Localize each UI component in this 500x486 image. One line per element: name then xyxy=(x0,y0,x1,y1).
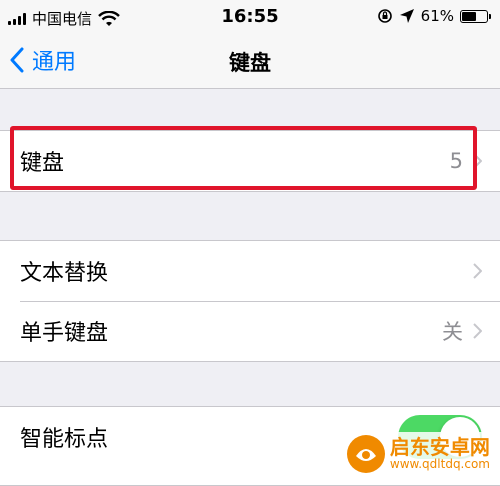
battery-fill xyxy=(462,11,477,21)
watermark: 启东安卓网 www.qdltdq.com xyxy=(339,432,496,476)
page-title: 键盘 xyxy=(229,51,271,75)
location-icon xyxy=(399,9,414,23)
text-replacement-label: 文本替换 xyxy=(20,261,109,286)
one-handed-keyboard-label: 单手键盘 xyxy=(20,321,109,346)
keyboards-right: 5 xyxy=(450,131,482,191)
chevron-right-icon xyxy=(473,263,482,279)
battery-icon xyxy=(460,9,491,23)
nav-bar: 通用 键盘 xyxy=(0,34,500,89)
chevron-right-icon xyxy=(473,323,482,339)
keyboards-label: 键盘 xyxy=(20,151,65,176)
text-replacement-right xyxy=(473,241,482,301)
watermark-logo-icon xyxy=(346,435,385,473)
one-handed-keyboard-row[interactable]: 单手键盘 关 xyxy=(0,301,500,361)
one-handed-keyboard-value: 关 xyxy=(442,320,463,344)
battery-percent: 61% xyxy=(420,7,454,25)
one-handed-keyboard-right: 关 xyxy=(442,301,482,361)
watermark-brand: 启东安卓网 xyxy=(389,435,490,460)
status-bar-right: 61% xyxy=(377,7,491,25)
text-options-group: 文本替换 单手键盘 关 xyxy=(0,240,500,362)
chevron-right-icon xyxy=(473,153,482,169)
keyboards-count: 5 xyxy=(449,149,463,173)
text-replacement-row[interactable]: 文本替换 xyxy=(0,241,500,301)
rotation-lock-icon xyxy=(377,9,392,23)
smart-punctuation-label: 智能标点 xyxy=(20,427,109,452)
keyboards-group: 键盘 5 xyxy=(0,130,500,192)
status-bar: 中国电信 16:55 61% xyxy=(0,0,500,34)
watermark-text: 启东安卓网 www.qdltdq.com xyxy=(390,436,490,471)
keyboards-row[interactable]: 键盘 5 xyxy=(0,131,500,191)
watermark-url: www.qdltdq.com xyxy=(389,457,490,472)
